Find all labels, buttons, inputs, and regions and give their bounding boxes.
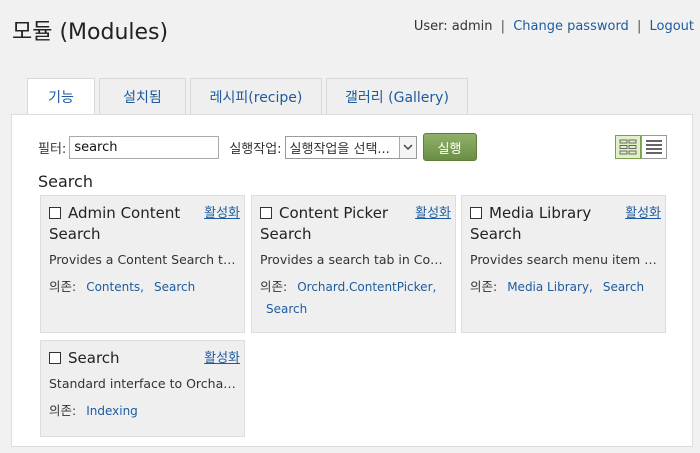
bulk-action-select[interactable]: 실행작업을 선택... bbox=[284, 135, 417, 159]
user-label: User: admin bbox=[413, 19, 493, 34]
bulk-action-value: 실행작업을 선택... bbox=[289, 141, 390, 157]
enable-link[interactable]: 활성화 bbox=[204, 203, 240, 224]
module-description: Standard interface to Orchard'... bbox=[49, 376, 236, 391]
module-header: Admin Content Search 활성화 bbox=[49, 203, 240, 245]
module-dependencies: 의존: Orchard.ContentPicker, Search bbox=[260, 276, 447, 320]
page-title: 모듈 (Modules) bbox=[12, 20, 169, 45]
tab-features[interactable]: 기능 bbox=[27, 78, 95, 115]
dependency-link[interactable]: Contents, bbox=[86, 280, 144, 294]
dependency-link[interactable]: Search bbox=[266, 302, 307, 316]
module-description: Provides a Content Search tab ... bbox=[49, 252, 236, 267]
module-description: Provides search menu item in t... bbox=[470, 252, 657, 267]
separator: | bbox=[636, 19, 642, 34]
module-checkbox[interactable] bbox=[49, 352, 61, 364]
tab-recipes[interactable]: 레시피(recipe) bbox=[190, 78, 322, 114]
module-header: Content Picker Search 활성화 bbox=[260, 203, 451, 245]
filter-input[interactable] bbox=[69, 135, 220, 159]
bulk-action-label: 실행작업: bbox=[229, 141, 282, 157]
grid-view-icon[interactable] bbox=[615, 135, 641, 159]
filter-toolbar: 필터: 실행작업: 실행작업을 선택... 실행 bbox=[38, 133, 477, 161]
tab-gallery[interactable]: 갤러리 (Gallery) bbox=[326, 78, 468, 114]
module-card: Media Library Search 활성화 Provides search… bbox=[461, 195, 666, 333]
module-header: Search 활성화 bbox=[49, 348, 240, 369]
dependencies-label: 의존: bbox=[49, 279, 77, 294]
dependencies-label: 의존: bbox=[260, 279, 288, 294]
enable-link[interactable]: 활성화 bbox=[415, 203, 451, 224]
module-name: Media Library Search bbox=[470, 204, 592, 243]
dependencies-label: 의존: bbox=[470, 279, 498, 294]
list-view-icon[interactable] bbox=[641, 135, 667, 159]
separator: | bbox=[500, 19, 506, 34]
enable-link[interactable]: 활성화 bbox=[625, 203, 661, 224]
user-bar: User: admin | Change password | Logout bbox=[414, 19, 694, 34]
dependency-link[interactable]: Search bbox=[603, 280, 644, 294]
module-checkbox[interactable] bbox=[49, 207, 61, 219]
dependency-link[interactable]: Media Library, bbox=[507, 280, 593, 294]
dependencies-label: 의존: bbox=[49, 403, 77, 418]
features-panel: 필터: 실행작업: 실행작업을 선택... 실행 bbox=[11, 114, 693, 447]
module-name: Search bbox=[68, 349, 120, 367]
module-header: Media Library Search 활성화 bbox=[470, 203, 661, 245]
module-checkbox[interactable] bbox=[260, 207, 272, 219]
module-checkbox[interactable] bbox=[470, 207, 482, 219]
module-card: Content Picker Search 활성화 Provides a sea… bbox=[251, 195, 456, 333]
chevron-down-icon[interactable] bbox=[398, 136, 416, 158]
module-dependencies: 의존: Contents, Search bbox=[49, 276, 236, 298]
filter-label: 필터: bbox=[38, 141, 67, 157]
module-name: Admin Content Search bbox=[49, 204, 181, 243]
view-toggle bbox=[615, 135, 667, 159]
module-dependencies: 의존: Media Library, Search bbox=[470, 276, 657, 298]
module-name: Content Picker Search bbox=[260, 204, 389, 243]
module-description: Provides a search tab in Conte... bbox=[260, 252, 447, 267]
dependency-link[interactable]: Search bbox=[154, 280, 195, 294]
tab-bar: 기능 설치됨 레시피(recipe) 갤러리 (Gallery) bbox=[27, 78, 472, 115]
change-password-link[interactable]: Change password bbox=[513, 19, 629, 34]
module-dependencies: 의존: Indexing bbox=[49, 400, 236, 422]
tab-installed[interactable]: 설치됨 bbox=[99, 78, 186, 114]
category-heading: Search bbox=[38, 172, 93, 191]
run-button[interactable]: 실행 bbox=[422, 133, 477, 161]
module-card: Admin Content Search 활성화 Provides a Cont… bbox=[40, 195, 245, 333]
enable-link[interactable]: 활성화 bbox=[204, 348, 240, 369]
dependency-link[interactable]: Indexing bbox=[86, 404, 138, 418]
module-card: Search 활성화 Standard interface to Orchard… bbox=[40, 340, 245, 437]
dependency-link[interactable]: Orchard.ContentPicker, bbox=[297, 280, 436, 294]
logout-link[interactable]: Logout bbox=[649, 19, 694, 34]
